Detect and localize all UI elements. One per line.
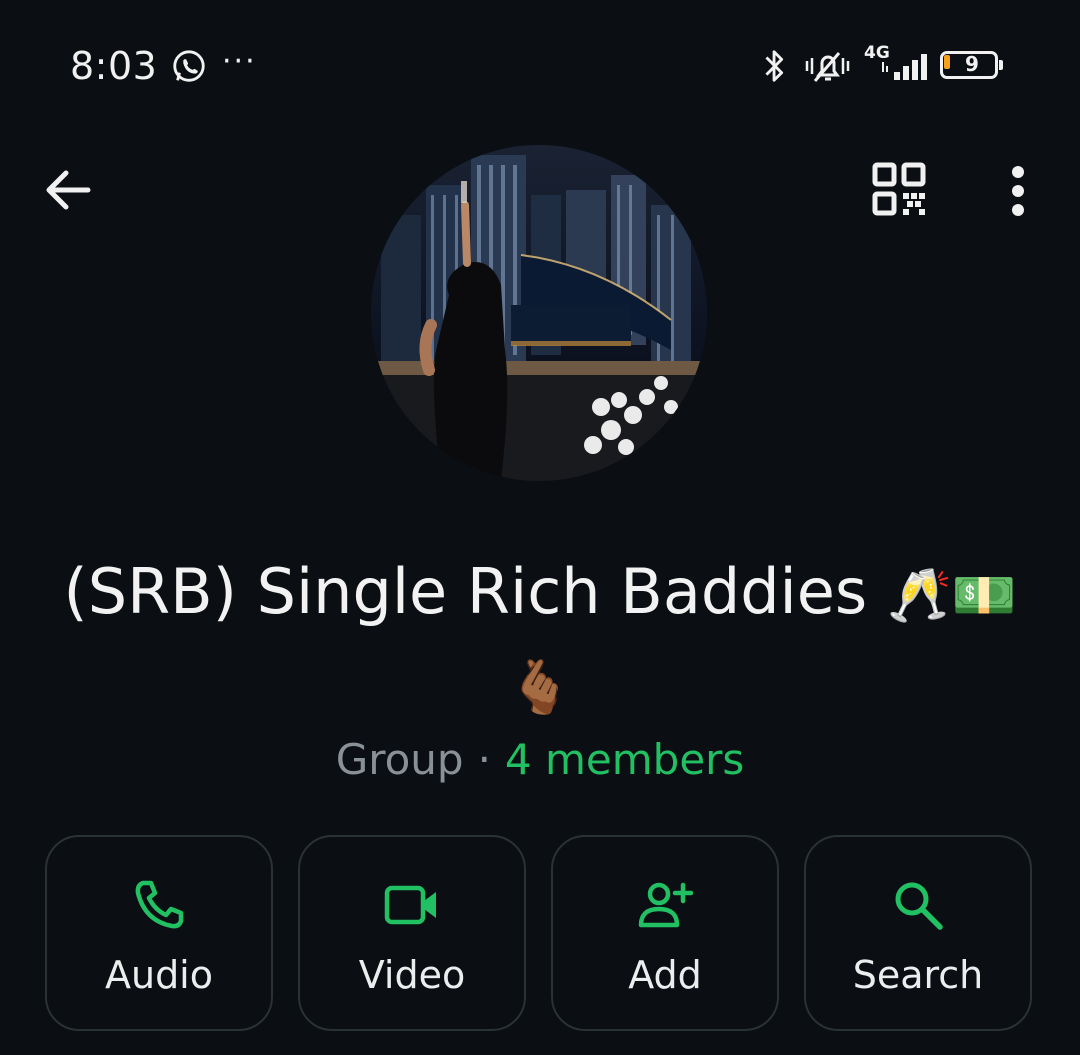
more-vert-icon[interactable] [996,158,1040,224]
status-bar: 8:03 ··· 4G 9 [0,0,1080,130]
mute-icon [805,52,850,82]
add-person-icon [638,882,693,928]
group-avatar[interactable] [371,145,707,481]
search-icon [895,882,943,930]
separator-dot: · [477,735,491,784]
group-name-emoji-2: 🫰🏾 [507,658,573,718]
audio-label: Audio [104,953,213,997]
battery-level: 9 [965,52,979,76]
battery-fill [944,55,950,69]
group-type-label: Group [335,735,464,784]
group-name-text: (SRB) Single Rich Baddies [63,555,868,628]
qr-code-icon[interactable] [866,158,932,224]
group-avatar-image [371,145,707,481]
action-buttons: Audio Video Add Search [45,835,1035,1035]
video-label: Video [358,953,466,997]
group-subtitle: Group · 4 members [0,735,1080,784]
video-camera-icon [384,885,436,925]
battery-tip [999,60,1003,70]
group-name[interactable]: (SRB) Single Rich Baddies 🥂💵 🫰🏾 [40,548,1040,732]
group-info-screen: 8:03 ··· 4G 9 (SRB) Single Rich Baddies … [0,0,1080,1055]
notification-dots: ··· [222,44,257,79]
add-label: Add [628,953,702,997]
back-arrow-icon[interactable] [36,158,100,222]
audio-call-button[interactable]: Audio [45,835,273,1031]
battery-icon: 9 [940,51,1004,81]
whatsapp-icon [173,50,205,82]
signal-icon [882,54,927,80]
phone-icon [135,880,184,929]
add-member-button[interactable]: Add [551,835,779,1031]
video-call-button[interactable]: Video [298,835,526,1031]
search-button[interactable]: Search [804,835,1032,1031]
members-count-link[interactable]: 4 members [505,735,744,784]
bluetooth-icon [765,50,784,82]
search-label: Search [852,953,984,997]
status-time: 8:03 [70,44,158,88]
group-name-emoji-1: 🥂💵 [886,566,1017,626]
